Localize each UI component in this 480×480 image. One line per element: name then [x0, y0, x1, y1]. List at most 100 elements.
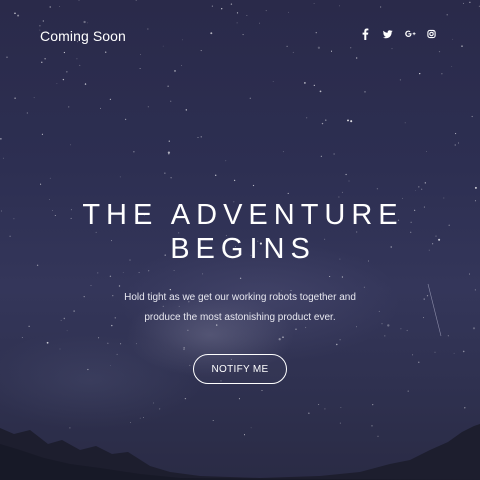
star	[372, 403, 374, 406]
star	[236, 12, 239, 14]
google-plus-icon[interactable]	[405, 28, 416, 40]
star	[170, 177, 172, 179]
star	[380, 6, 382, 8]
star	[21, 336, 23, 338]
star	[471, 115, 473, 118]
star	[454, 144, 456, 146]
star	[167, 151, 171, 154]
star	[400, 328, 402, 330]
star	[26, 112, 28, 114]
star	[230, 3, 233, 5]
star	[148, 270, 150, 272]
star	[33, 97, 35, 99]
star	[319, 90, 322, 93]
star	[272, 81, 274, 82]
star	[239, 277, 242, 279]
star	[336, 343, 338, 346]
site-header: Coming Soon	[40, 26, 440, 46]
facebook-icon[interactable]	[361, 28, 370, 40]
star	[295, 328, 297, 330]
star	[457, 142, 460, 144]
star	[183, 347, 185, 349]
star	[109, 365, 111, 366]
star	[446, 14, 448, 16]
star	[215, 174, 217, 176]
star	[0, 138, 2, 140]
star	[109, 275, 112, 277]
star	[318, 403, 320, 405]
star	[340, 407, 342, 408]
star	[350, 120, 353, 123]
star	[40, 183, 42, 185]
star	[100, 107, 101, 109]
tagline-line-1: Hold tight as we get our working robots …	[124, 292, 356, 303]
star	[418, 361, 420, 363]
star	[325, 119, 327, 121]
star	[225, 160, 227, 162]
brand-title[interactable]: Coming Soon	[40, 26, 126, 46]
star	[306, 117, 308, 119]
star	[197, 136, 199, 139]
star	[347, 119, 349, 122]
star	[455, 133, 457, 135]
star	[90, 285, 92, 286]
star	[278, 338, 281, 341]
star	[329, 276, 331, 277]
star	[391, 48, 393, 50]
twitter-icon[interactable]	[383, 28, 393, 40]
hero-headline: THE ADVENTURE BEGINS	[82, 199, 404, 265]
star	[341, 191, 343, 193]
star	[116, 353, 118, 355]
star	[118, 285, 121, 287]
star	[124, 118, 127, 121]
star	[246, 15, 248, 16]
star	[109, 98, 112, 101]
star	[187, 329, 189, 331]
star	[434, 351, 436, 353]
star	[364, 91, 366, 93]
star	[66, 71, 68, 73]
star	[453, 352, 455, 354]
star	[87, 22, 89, 24]
star	[399, 79, 402, 81]
star	[348, 180, 350, 182]
star	[418, 186, 420, 188]
star	[147, 106, 149, 108]
star	[317, 46, 321, 49]
star	[44, 58, 46, 60]
star	[419, 72, 421, 75]
star	[49, 6, 51, 8]
star	[200, 136, 202, 138]
star	[330, 50, 333, 52]
mountain-silhouette	[0, 424, 480, 480]
star	[70, 144, 72, 146]
star	[421, 188, 423, 190]
star	[415, 189, 416, 191]
star	[6, 56, 8, 58]
star	[119, 176, 121, 178]
star	[41, 61, 43, 63]
instagram-icon[interactable]	[427, 28, 436, 40]
star	[350, 47, 352, 49]
star	[153, 402, 154, 404]
star	[384, 335, 386, 337]
star	[345, 173, 347, 176]
notify-me-button[interactable]: NOTIFY ME	[193, 354, 287, 384]
star	[464, 407, 466, 409]
star	[14, 12, 16, 15]
star	[79, 64, 81, 66]
star	[407, 390, 409, 392]
star	[452, 38, 454, 40]
star	[441, 73, 443, 75]
star	[164, 172, 166, 174]
star	[174, 69, 176, 72]
star	[333, 153, 335, 155]
star	[120, 343, 122, 345]
tagline-line-2: produce the most astonishing product eve…	[144, 312, 336, 323]
star	[313, 84, 315, 86]
star	[265, 10, 267, 12]
star	[462, 350, 465, 353]
star	[221, 8, 223, 10]
star	[133, 151, 135, 153]
star	[41, 133, 43, 135]
